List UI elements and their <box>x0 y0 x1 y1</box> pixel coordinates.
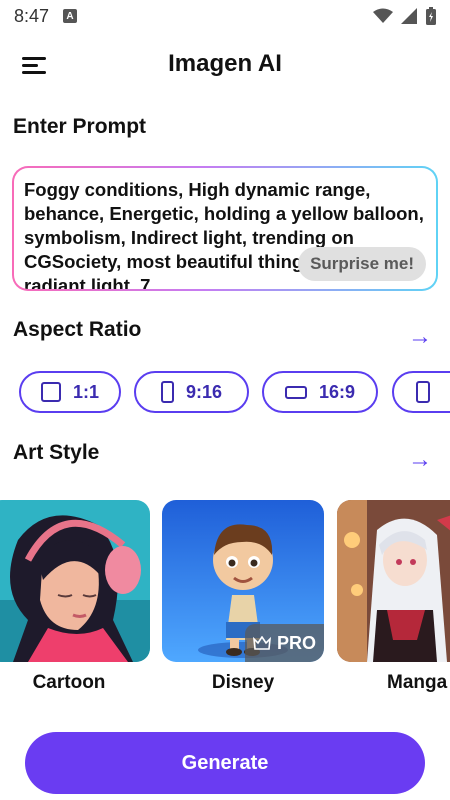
generate-button[interactable]: Generate <box>25 732 425 794</box>
ratio-option-partial[interactable] <box>392 371 450 413</box>
status-bar: 8:47 A <box>0 0 450 32</box>
prompt-section-title: Enter Prompt <box>13 115 147 138</box>
pro-badge-label: PRO <box>276 632 316 653</box>
portrait-icon <box>160 381 174 403</box>
cartoon-thumbnail <box>0 500 150 662</box>
app-header: Imagen AI <box>0 40 450 96</box>
disney-thumbnail: PRO <box>162 500 324 662</box>
ratio-option-9-16[interactable]: 9:16 <box>134 371 249 413</box>
art-style-options: Cartoon PRO Disney Manga <box>0 500 450 700</box>
style-card-disney[interactable]: PRO Disney <box>162 500 324 694</box>
aspect-ratio-section-title: Aspect Ratio <box>13 318 142 341</box>
art-style-arrow-right-icon[interactable]: → <box>408 446 432 474</box>
surprise-me-button[interactable]: Surprise me! <box>298 247 426 281</box>
style-card-manga[interactable]: Manga <box>337 500 450 694</box>
ratio-option-16-9[interactable]: 16:9 <box>262 371 378 413</box>
portrait-icon <box>416 381 430 403</box>
app-title: Imagen AI <box>168 50 282 77</box>
status-icons <box>373 7 436 25</box>
aspect-ratio-arrow-right-icon[interactable]: → <box>408 323 432 351</box>
prompt-input[interactable]: Foggy conditions, High dynamic range, be… <box>12 166 438 291</box>
landscape-icon <box>284 385 307 399</box>
ratio-label: 16:9 <box>318 381 356 402</box>
signal-icon <box>401 8 417 24</box>
aspect-ratio-options: 1:1 9:16 16:9 <box>0 370 450 416</box>
ratio-label: 1:1 <box>72 381 99 402</box>
square-icon <box>40 382 61 402</box>
style-label-manga: Manga <box>387 672 448 693</box>
style-card-cartoon[interactable]: Cartoon <box>0 500 150 694</box>
a-notification-icon: A <box>63 9 78 23</box>
status-time: 8:47 <box>14 5 50 26</box>
style-label-disney: Disney <box>211 672 275 693</box>
wifi-icon <box>373 8 393 23</box>
battery-icon <box>426 7 436 25</box>
crown-icon <box>252 636 271 650</box>
style-label-cartoon: Cartoon <box>32 672 106 693</box>
ratio-option-1-1[interactable]: 1:1 <box>19 371 121 413</box>
art-style-section-title: Art Style <box>13 441 100 464</box>
ratio-label: 9:16 <box>185 381 223 402</box>
manga-thumbnail <box>337 500 450 662</box>
pro-badge: PRO <box>244 624 324 662</box>
